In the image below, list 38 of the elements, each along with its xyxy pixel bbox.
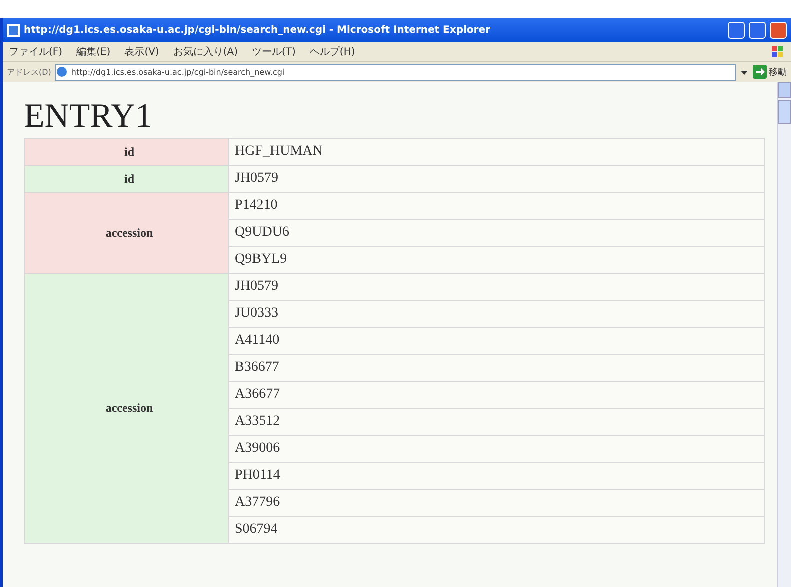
table-cell: A37796 bbox=[228, 490, 764, 516]
entry-heading: ENTRY1 bbox=[24, 98, 152, 136]
menu-item[interactable]: お気に入り(A) bbox=[173, 44, 238, 58]
table-cell: P14210 bbox=[228, 192, 764, 220]
menu-item[interactable]: 編集(E) bbox=[76, 44, 111, 58]
table-cell: JH0579 bbox=[228, 274, 764, 300]
scrollbar[interactable] bbox=[777, 82, 791, 587]
table-cell: HGF_HUMAN bbox=[228, 138, 764, 166]
table-cell: JU0333 bbox=[228, 300, 764, 328]
address-field[interactable]: http://dg1.ics.es.osaka-u.ac.jp/cgi-bin/search_new.cgi bbox=[55, 64, 736, 80]
address-label: アドレス(D) bbox=[7, 66, 52, 78]
close-button[interactable] bbox=[770, 22, 787, 38]
table-cell: Q9UDU6 bbox=[228, 220, 764, 246]
field-label: id bbox=[24, 166, 228, 192]
table-cell: JH0579 bbox=[228, 166, 764, 192]
field-label: accession bbox=[24, 192, 228, 274]
arrow-icon bbox=[753, 65, 767, 79]
menu-item[interactable]: 表示(V) bbox=[124, 44, 160, 58]
table-cell: Q9BYL9 bbox=[228, 246, 764, 274]
menu-item[interactable]: ヘルプ(H) bbox=[310, 44, 356, 58]
windows-logo-icon bbox=[771, 44, 785, 58]
field-label: accession bbox=[24, 274, 228, 544]
menu-item[interactable]: ファイル(F) bbox=[9, 44, 63, 58]
table-cell: A41140 bbox=[228, 328, 764, 354]
go-button[interactable]: 移動 bbox=[753, 65, 787, 79]
minimize-button[interactable] bbox=[728, 22, 745, 38]
table-cell: A39006 bbox=[228, 436, 764, 462]
page-icon bbox=[56, 66, 68, 78]
table-cell: A33512 bbox=[228, 408, 764, 436]
menu-item[interactable]: ツール(T) bbox=[252, 44, 296, 58]
table-cell: A36677 bbox=[228, 382, 764, 408]
table-cell: S06794 bbox=[228, 516, 764, 544]
maximize-button[interactable] bbox=[749, 22, 766, 38]
browser-icon bbox=[7, 24, 20, 36]
table-cell: B36677 bbox=[228, 354, 764, 382]
window-title: http://dg1.ics.es.osaka-u.ac.jp/cgi-bin/search_new.cgi - Microsoft Internet Explorer bbox=[24, 24, 492, 36]
field-label: id bbox=[24, 138, 228, 166]
table-cell: PH0114 bbox=[228, 462, 764, 490]
